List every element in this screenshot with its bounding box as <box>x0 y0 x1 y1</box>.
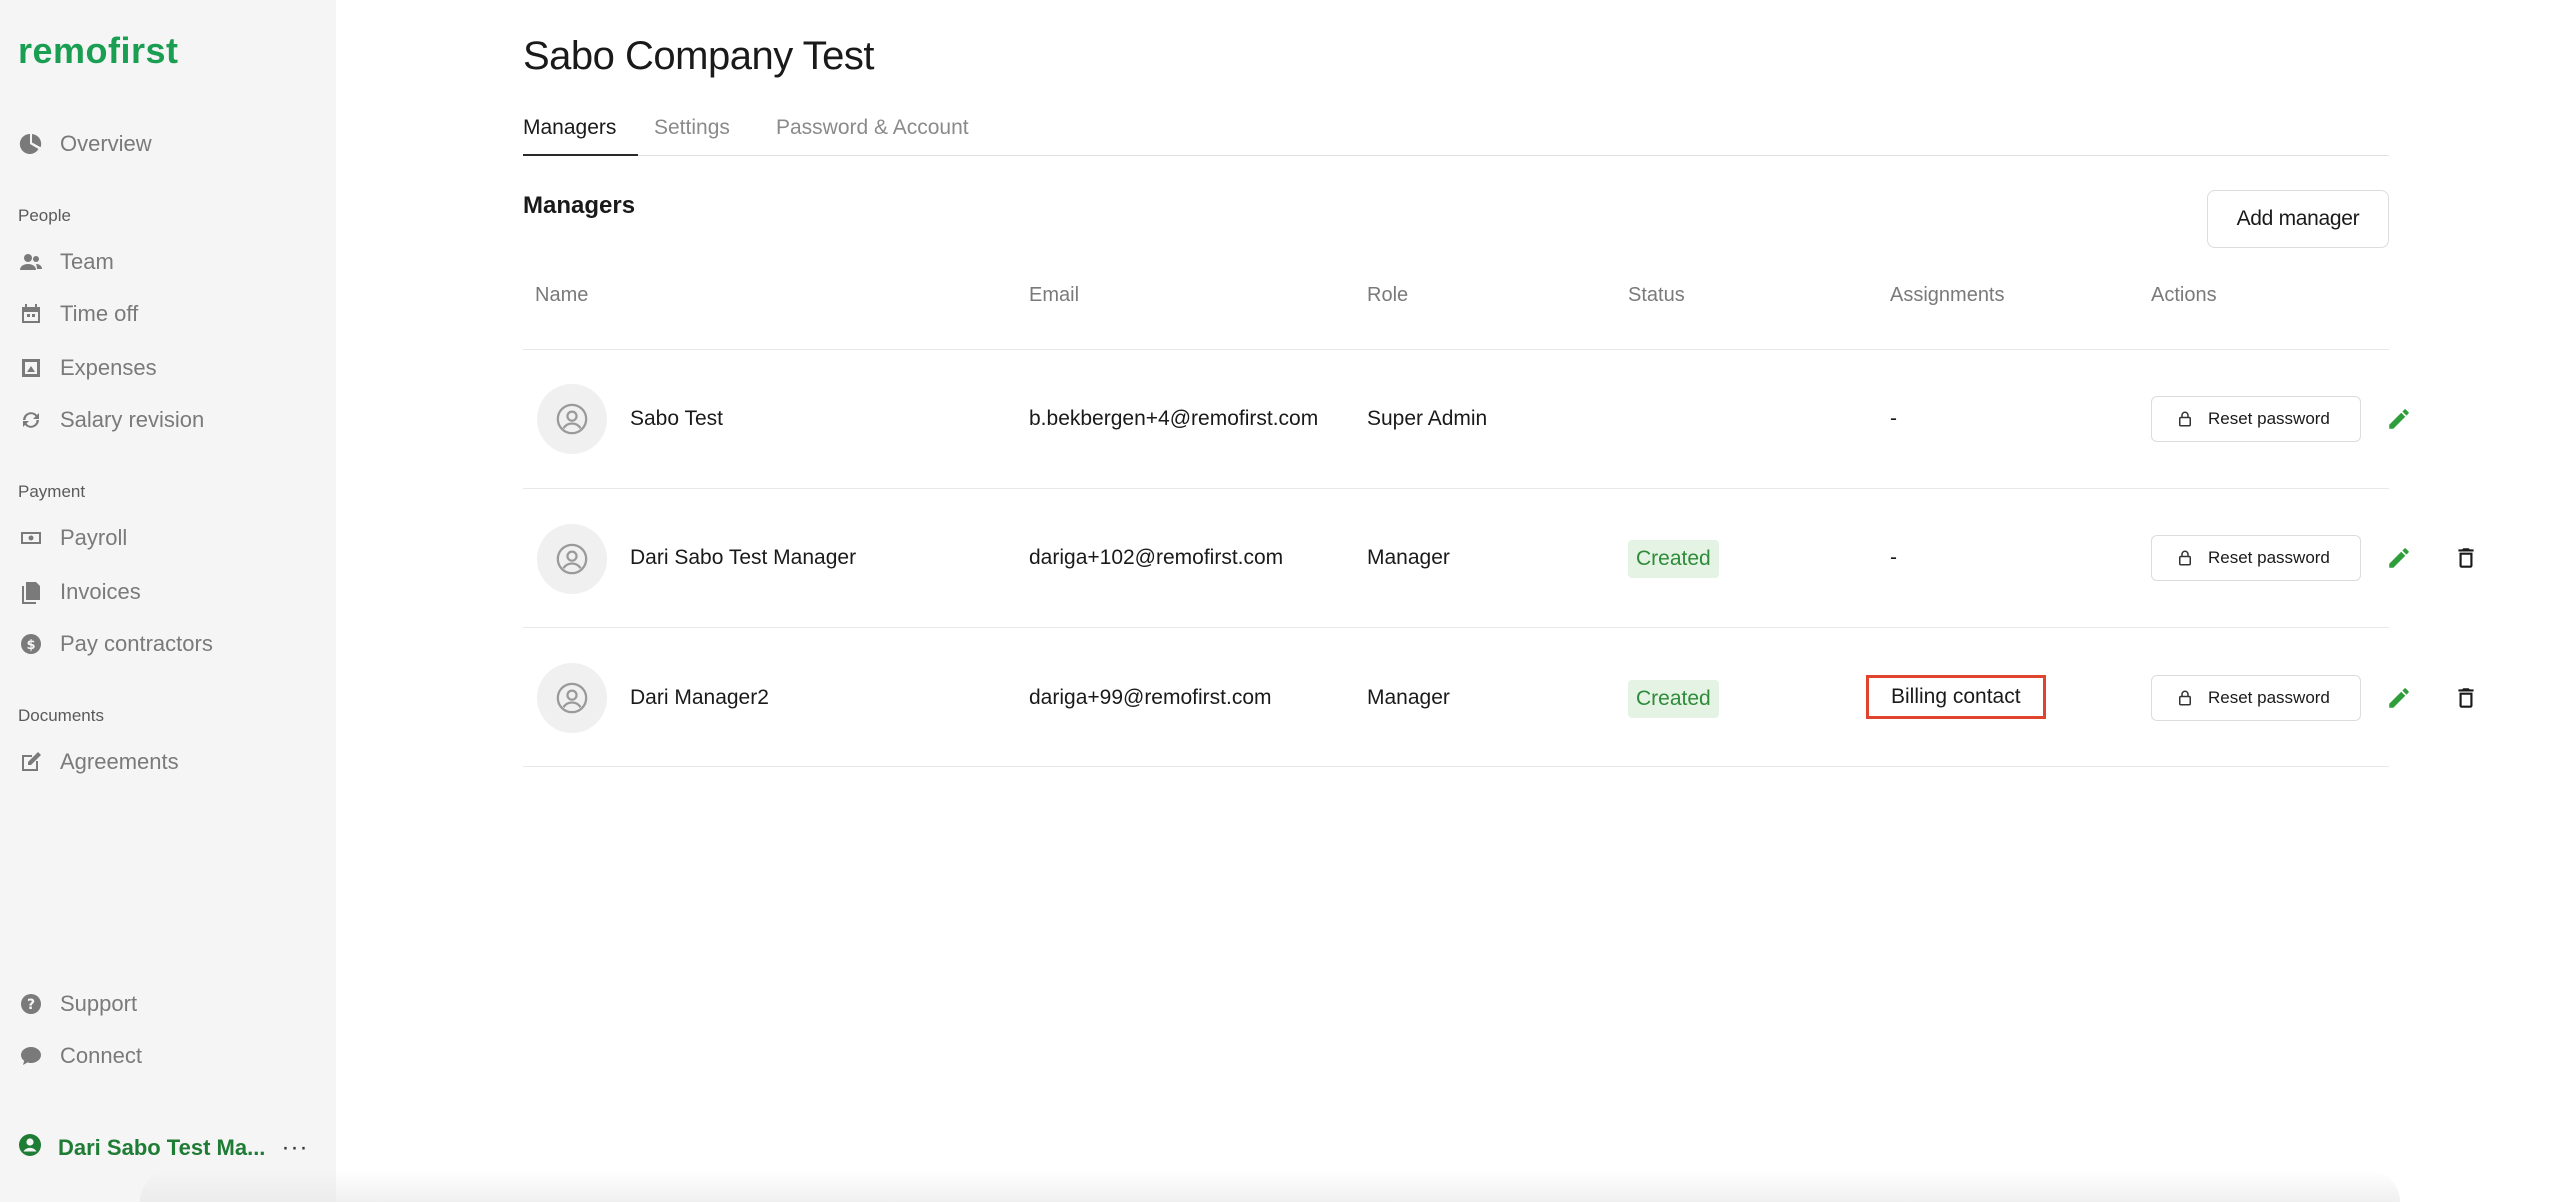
add-manager-button[interactable]: Add manager <box>2207 190 2389 248</box>
edit-icon[interactable] <box>2383 403 2415 435</box>
row-divider <box>523 627 2389 628</box>
more-options-button[interactable]: ··· <box>280 1128 310 1168</box>
manager-name: Sabo Test <box>630 407 724 430</box>
manager-assignment: - <box>1890 407 1897 430</box>
sidebar-item-label: Support <box>60 991 138 1016</box>
pie-chart-icon <box>18 131 44 157</box>
sidebar-item-team[interactable]: Team <box>18 242 114 282</box>
tab-bar: Managers Settings Password & Account <box>523 112 2389 156</box>
avatar <box>537 384 607 454</box>
manager-email: b.bekbergen+4@remofirst.com <box>1029 407 1319 430</box>
avatar <box>537 663 607 733</box>
sidebar-item-label: Pay contractors <box>60 631 213 656</box>
status-badge: Created <box>1628 680 1719 718</box>
remofirst-logo[interactable]: remofirst <box>18 30 179 72</box>
edit-icon <box>18 749 44 775</box>
svg-text:?: ? <box>27 997 35 1013</box>
tab-settings[interactable]: Settings <box>654 112 730 156</box>
sidebar-item-label: Connect <box>60 1043 142 1068</box>
lock-icon <box>2179 411 2191 427</box>
sidebar-item-label: Expenses <box>60 355 157 380</box>
user-menu[interactable]: Dari Sabo Test Ma... <box>18 1128 318 1168</box>
section-label-documents: Documents <box>18 706 104 725</box>
row-divider <box>523 766 2389 767</box>
manager-name: Dari Manager2 <box>630 686 769 709</box>
avatar <box>537 524 607 594</box>
reset-password-label: Reset password <box>2208 548 2330 567</box>
reset-password-button[interactable]: Reset password <box>2151 675 2361 721</box>
sidebar-item-expenses[interactable]: Expenses <box>18 348 157 388</box>
manager-name: Dari Sabo Test Manager <box>630 546 857 569</box>
sidebar-item-label: Agreements <box>60 749 179 774</box>
section-label-payment: Payment <box>18 482 86 501</box>
column-header-assignments[interactable]: Assignments <box>1890 284 2005 307</box>
bottom-shadow <box>140 1170 2400 1202</box>
sidebar-item-time-off[interactable]: Time off <box>18 294 138 334</box>
manager-assignment: - <box>1890 546 1897 569</box>
sidebar-item-support[interactable]: ? Support <box>18 984 137 1024</box>
manager-assignment-highlighted: Billing contact <box>1866 675 2046 719</box>
help-icon: ? <box>18 991 44 1017</box>
row-divider <box>523 349 2389 350</box>
dollar-icon: $ <box>18 631 44 657</box>
sidebar-item-label: Invoices <box>60 579 141 604</box>
edit-icon[interactable] <box>2383 542 2415 574</box>
user-avatar-icon <box>18 1133 42 1163</box>
sidebar-item-overview[interactable]: Overview <box>18 124 152 164</box>
tab-managers[interactable]: Managers <box>523 112 638 156</box>
manager-role: Manager <box>1367 686 1450 709</box>
reset-password-button[interactable]: Reset password <box>2151 396 2361 442</box>
edit-icon[interactable] <box>2383 682 2415 714</box>
manager-email: dariga+99@remofirst.com <box>1029 686 1272 709</box>
documents-icon <box>18 579 44 605</box>
user-placeholder-icon <box>556 682 588 714</box>
page-title: Sabo Company Test <box>523 34 874 78</box>
lock-icon <box>2179 550 2191 566</box>
reset-password-label: Reset password <box>2208 409 2330 428</box>
column-header-status[interactable]: Status <box>1628 284 1685 307</box>
manager-email: dariga+102@remofirst.com <box>1029 546 1284 569</box>
user-placeholder-icon <box>556 403 588 435</box>
sidebar-item-label: Team <box>60 249 114 274</box>
row-divider <box>523 488 2389 489</box>
calendar-icon <box>18 301 44 327</box>
people-icon <box>18 249 44 275</box>
sidebar-item-salary-revision[interactable]: Salary revision <box>18 400 204 440</box>
delete-icon[interactable] <box>2450 542 2482 574</box>
sidebar-item-label: Payroll <box>60 525 128 550</box>
refresh-icon <box>18 407 44 433</box>
sidebar-item-label: Overview <box>60 131 152 156</box>
status-badge: Created <box>1628 540 1719 578</box>
reset-password-button[interactable]: Reset password <box>2151 535 2361 581</box>
sidebar-item-pay-contractors[interactable]: $ Pay contractors <box>18 624 213 664</box>
sidebar-item-agreements[interactable]: Agreements <box>18 742 179 782</box>
column-header-email[interactable]: Email <box>1029 284 1079 307</box>
sidebar-item-connect[interactable]: Connect <box>18 1036 142 1076</box>
sidebar: remofirst Overview People Team Time off … <box>0 0 336 1202</box>
sidebar-item-invoices[interactable]: Invoices <box>18 572 141 612</box>
user-name: Dari Sabo Test Ma... <box>58 1135 266 1160</box>
column-header-role[interactable]: Role <box>1367 284 1408 307</box>
reset-password-label: Reset password <box>2208 688 2330 707</box>
svg-text:$: $ <box>26 638 35 653</box>
sidebar-item-payroll[interactable]: Payroll <box>18 518 127 558</box>
manager-role: Super Admin <box>1367 407 1488 430</box>
receipt-icon <box>18 355 44 381</box>
user-placeholder-icon <box>556 543 588 575</box>
lock-icon <box>2179 690 2191 706</box>
sidebar-item-label: Salary revision <box>60 407 205 432</box>
section-title: Managers <box>523 192 636 219</box>
tab-password-account[interactable]: Password & Account <box>776 112 969 156</box>
chat-icon <box>18 1043 44 1069</box>
money-icon <box>18 525 44 551</box>
column-header-actions: Actions <box>2151 284 2217 306</box>
column-header-name[interactable]: Name <box>535 284 588 307</box>
manager-role: Manager <box>1367 546 1450 569</box>
section-label-people: People <box>18 206 71 225</box>
delete-icon[interactable] <box>2450 682 2482 714</box>
sidebar-item-label: Time off <box>60 301 139 326</box>
